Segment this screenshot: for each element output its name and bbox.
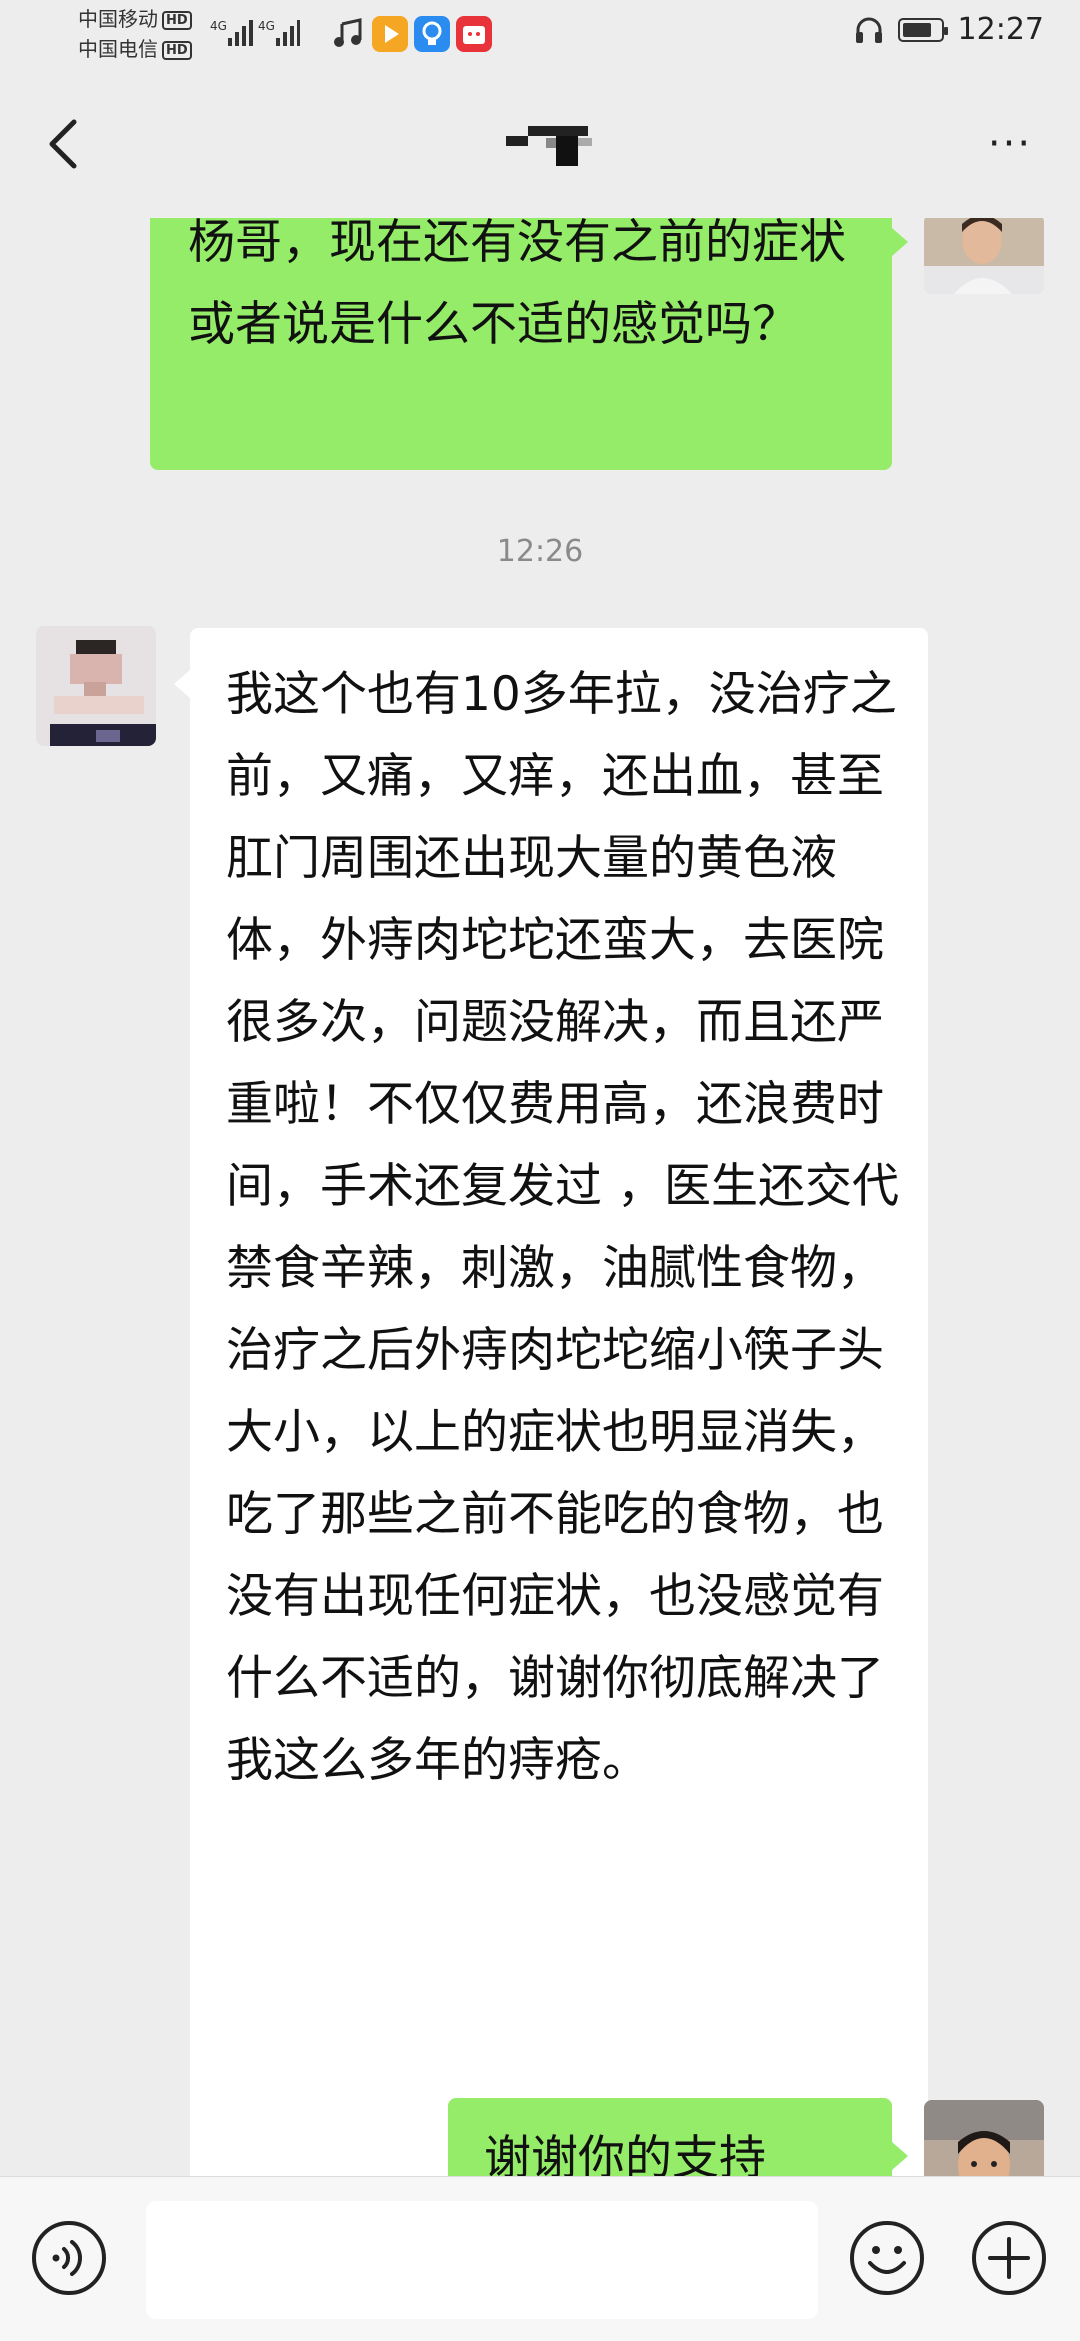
plus-icon[interactable]	[970, 2219, 1048, 2297]
avatar-self[interactable]	[924, 218, 1044, 294]
message-input[interactable]	[146, 2201, 818, 2319]
more-button[interactable]: ···	[980, 124, 1040, 164]
avatar-other[interactable]	[36, 626, 156, 746]
bubble-tail	[892, 2142, 908, 2170]
hd-badge-2: HD	[162, 41, 192, 60]
voice-icon[interactable]	[30, 2219, 108, 2297]
headphone-icon	[855, 17, 882, 43]
bubble-tail	[892, 228, 908, 256]
timestamp: 12:26	[496, 534, 584, 569]
avatar-self-2[interactable]	[924, 2100, 1044, 2176]
signal-icons: 4G 4G	[210, 19, 300, 46]
carrier-2-label: 中国电信	[78, 37, 158, 61]
title-pixelated-name	[506, 126, 592, 166]
message-bubble-other-1[interactable]: 我这个也有10多年拉，没治疗之前，又痛，又痒，还出血，甚至肛门周围还出现大量的黄…	[190, 628, 928, 2176]
net-1-label: 4G	[210, 19, 227, 33]
hd-badge: HD	[162, 11, 192, 30]
carrier-1-label: 中国移动	[78, 7, 158, 31]
bubble-tail	[174, 670, 190, 698]
back-icon[interactable]	[36, 114, 96, 174]
status-right: 12:27	[854, 12, 1044, 47]
title-bar: ···	[0, 70, 1080, 218]
emoji-icon[interactable]	[848, 2219, 926, 2297]
input-bar	[0, 2176, 1080, 2341]
message-bubble-self-1[interactable]: 杨哥，现在还有没有之前的症状或者说是什么不适的感觉吗？	[150, 218, 892, 470]
bulb-app-icon	[414, 16, 450, 52]
message-text: 我这个也有10多年拉，没治疗之前，又痛，又痒，还出血，甚至肛门周围还出现大量的黄…	[226, 667, 899, 1788]
video-app-icon	[372, 16, 408, 52]
carrier-2: 中国电信 HD	[78, 38, 192, 60]
carrier-1: 中国移动 HD	[78, 8, 192, 30]
message-text: 谢谢你的支持	[484, 2131, 766, 2176]
net-2-label: 4G	[258, 19, 275, 33]
shop-app-icon	[456, 16, 492, 52]
clock: 12:27	[957, 12, 1044, 47]
chat-area[interactable]: 杨哥，现在还有没有之前的症状或者说是什么不适的感觉吗？ 12:26 我这个也有1…	[0, 218, 1080, 2176]
message-text: 杨哥，现在还有没有之前的症状或者说是什么不适的感觉吗？	[188, 218, 846, 352]
battery-icon	[897, 17, 948, 42]
status-bar: 中国移动 HD 中国电信 HD 4G 4G 12:27	[0, 0, 1080, 70]
message-bubble-self-2[interactable]: 谢谢你的支持	[448, 2098, 892, 2176]
music-icon	[334, 18, 362, 47]
